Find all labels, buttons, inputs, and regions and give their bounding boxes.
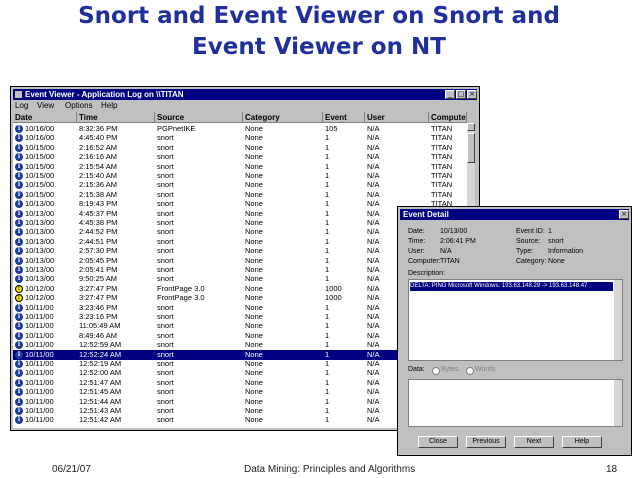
type-label: Type: <box>516 248 534 255</box>
event-viewer-titlebar[interactable]: Event Viewer - Application Log on \\TITA… <box>13 89 477 100</box>
words-radio[interactable] <box>466 367 474 375</box>
slide-title-line2: Event Viewer on NT <box>192 34 446 60</box>
cell-source: snort <box>157 415 174 425</box>
menu-help[interactable]: Help <box>101 101 117 111</box>
help-button[interactable]: Help <box>562 436 602 448</box>
event-id-value: 1 <box>548 228 552 235</box>
info-icon: i <box>15 369 23 378</box>
info-icon: i <box>15 275 23 284</box>
info-icon: i <box>15 200 23 209</box>
computer-label: Computer: <box>408 258 441 265</box>
info-icon: i <box>15 350 23 359</box>
info-icon: i <box>15 331 23 340</box>
cell-time: 12:51:42 AM <box>79 415 122 425</box>
col-user[interactable]: User <box>365 112 429 123</box>
computer-value: TITAN <box>440 258 460 265</box>
info-icon: i <box>15 237 23 246</box>
info-icon: i <box>15 313 23 321</box>
event-list-header: Date Time Source Category Event User Com… <box>13 112 475 123</box>
system-menu-icon[interactable] <box>15 91 22 98</box>
close-button[interactable]: × <box>467 90 477 99</box>
col-category[interactable]: Category <box>243 112 323 123</box>
description-scrollbar[interactable] <box>614 280 622 360</box>
event-detail-dialog: Event Detail × Date: 10/13/00 Event ID: … <box>397 206 632 456</box>
info-icon: i <box>15 416 23 425</box>
next-button[interactable]: Next <box>514 436 554 448</box>
time-value: 2:06:41 PM <box>440 238 476 245</box>
description-text[interactable]: DELTA: PING Microsoft Windows: 193.63.14… <box>410 282 613 291</box>
close-dialog-button[interactable]: Close <box>418 436 458 448</box>
col-computer[interactable]: Compute <box>429 112 467 123</box>
info-icon: i <box>15 378 23 387</box>
user-value: N/A <box>440 248 452 255</box>
cell-date: 10/11/00 <box>25 415 54 425</box>
info-icon: i <box>15 360 23 368</box>
col-date[interactable]: Date <box>13 112 77 123</box>
info-icon: i <box>15 209 23 218</box>
type-value: Information <box>548 248 584 255</box>
event-detail-close-button[interactable]: × <box>619 210 629 219</box>
info-icon: i <box>15 256 23 265</box>
info-icon: i <box>15 341 23 350</box>
words-label: Words <box>475 366 496 373</box>
info-icon: i <box>15 190 23 199</box>
col-event[interactable]: Event <box>323 112 365 123</box>
maximize-button[interactable]: □ <box>456 90 466 99</box>
info-icon: i <box>15 303 23 312</box>
info-icon: i <box>15 266 23 274</box>
data-scrollbar[interactable] <box>614 380 622 426</box>
event-detail-titlebar[interactable]: Event Detail × <box>400 209 629 220</box>
menu-log[interactable]: Log <box>15 101 28 111</box>
info-icon: i <box>15 219 23 227</box>
scroll-up-arrow[interactable] <box>467 123 475 131</box>
data-label: Data: <box>408 366 425 373</box>
warning-icon: ! <box>15 294 23 303</box>
footer-date: 06/21/07 <box>52 464 91 475</box>
info-icon: i <box>15 181 23 190</box>
date-value: 10/13/00 <box>440 228 468 235</box>
info-icon: i <box>15 228 23 237</box>
col-time[interactable]: Time <box>77 112 155 123</box>
info-icon: i <box>15 322 23 331</box>
previous-button[interactable]: Previous <box>466 436 506 448</box>
info-icon: i <box>15 397 23 406</box>
data-box[interactable] <box>408 379 623 427</box>
description-box[interactable]: DELTA: PING Microsoft Windows: 193.63.14… <box>408 279 623 361</box>
menu-view[interactable]: View <box>37 101 54 111</box>
event-viewer-title: Event Viewer - Application Log on \\TITA… <box>25 90 184 99</box>
menu-options[interactable]: Options <box>65 101 93 111</box>
user-label: User: <box>408 248 425 255</box>
source-label: Source: <box>516 238 541 245</box>
source-value: snort <box>548 238 564 245</box>
menu-bar: Log View Options Help <box>13 101 477 111</box>
info-icon: i <box>15 247 23 256</box>
category-value: None <box>548 258 565 265</box>
info-icon: i <box>15 162 23 171</box>
warning-icon: ! <box>15 284 23 293</box>
info-icon: i <box>15 125 23 133</box>
minimize-button[interactable]: _ <box>445 90 455 99</box>
scrollbar-thumb[interactable] <box>467 133 475 163</box>
category-label: Category: <box>516 258 547 265</box>
description-label: Description: <box>408 270 445 277</box>
footer-page-number: 18 <box>606 464 618 475</box>
info-icon: i <box>15 143 23 152</box>
col-source[interactable]: Source <box>155 112 243 123</box>
cell-category: None <box>245 415 263 425</box>
event-detail-title: Event Detail <box>403 210 449 219</box>
time-label: Time: <box>408 238 426 245</box>
event-id-label: Event ID: <box>516 228 545 235</box>
slide-title-line1: Snort and Event Viewer on Snort and <box>78 3 560 29</box>
info-icon: i <box>15 134 23 143</box>
info-icon: i <box>15 388 23 397</box>
cell-event: 1 <box>325 415 330 425</box>
date-label: Date: <box>408 228 425 235</box>
info-icon: i <box>15 153 23 162</box>
footer-center: Data Mining: Principles and Algorithms <box>244 464 416 475</box>
info-icon: i <box>15 407 23 415</box>
bytes-radio[interactable] <box>432 367 440 375</box>
info-icon: i <box>15 172 23 180</box>
bytes-label: Bytes <box>441 366 459 373</box>
